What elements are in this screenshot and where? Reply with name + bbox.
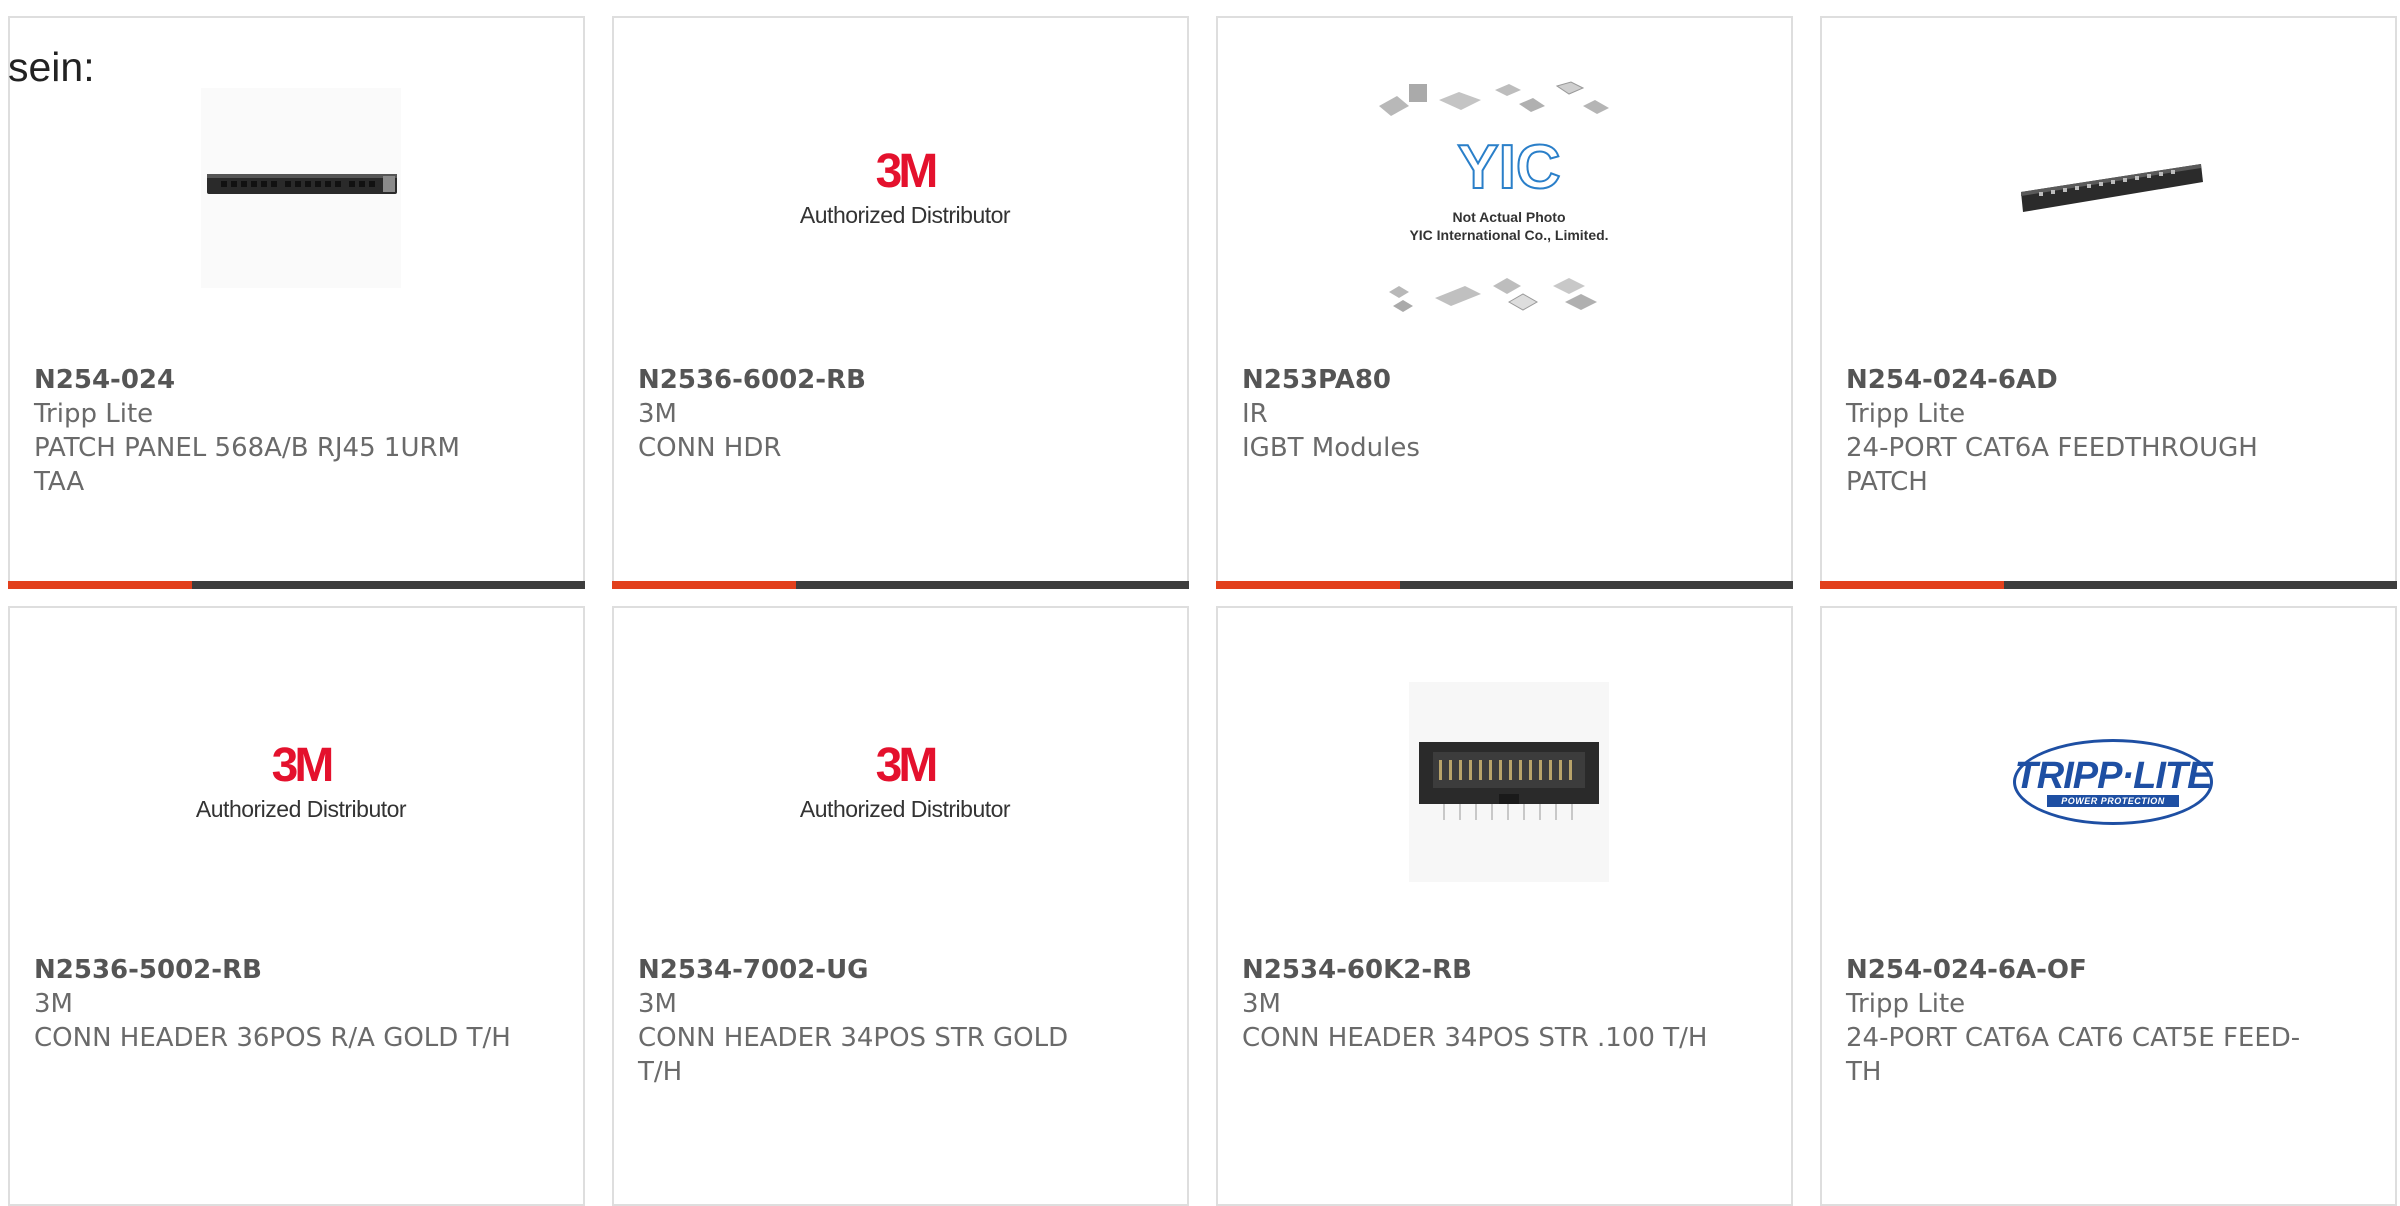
svg-text:YIC: YIC (1457, 136, 1560, 196)
3m-logo: 3M Authorized Distributor (195, 738, 407, 822)
card-accent (612, 581, 796, 589)
yic-placeholder-image: YIC Not Actual Photo YIC International C… (1369, 76, 1649, 326)
part-number[interactable]: N2534-60K2-RB (1242, 953, 1722, 987)
chip-icons (1389, 278, 1597, 312)
product-image[interactable]: 3M Authorized Distributor (800, 682, 1011, 882)
product-card[interactable]: N254-024-6AD Tripp Lite 24-PORT CAT6A FE… (1820, 16, 2397, 589)
product-card[interactable]: N2534-60K2-RB 3M CONN HEADER 34POS STR .… (1216, 606, 1793, 1206)
description: CONN HEADER 34POS STR .100 T/H (1242, 1023, 1708, 1053)
3m-logo: 3M Authorized Distributor (799, 144, 1011, 228)
product-image[interactable] (201, 88, 401, 288)
manufacturer: 3M (1242, 989, 1281, 1019)
card-accent (1216, 581, 1400, 589)
product-image[interactable] (2013, 88, 2213, 288)
product-image[interactable] (1409, 682, 1609, 882)
product-image[interactable]: YIC Not Actual Photo YIC International C… (1369, 76, 1649, 326)
card-footer-bar (1216, 581, 1793, 589)
manufacturer: 3M (638, 399, 677, 429)
description: 24-PORT CAT6A FEEDTHROUGH PATCH (1846, 433, 2258, 497)
header-connector-image (1409, 682, 1609, 882)
product-card[interactable]: 3M Authorized Distributor N2534-7002-UG … (612, 606, 1189, 1206)
description: CONN HEADER 36POS R/A GOLD T/H (34, 1023, 511, 1053)
product-card[interactable]: 3M Authorized Distributor N2536-6002-RB … (612, 16, 1189, 589)
part-number[interactable]: N2536-5002-RB (34, 953, 514, 987)
product-card[interactable]: 3M Authorized Distributor N2536-5002-RB … (8, 606, 585, 1206)
manufacturer: Tripp Lite (34, 399, 154, 429)
manufacturer: Tripp Lite (1846, 399, 1966, 429)
card-footer-bar (8, 581, 585, 589)
description: IGBT Modules (1242, 433, 1420, 463)
card-footer-bar (1820, 581, 2397, 589)
manufacturer: 3M (34, 989, 73, 1019)
card-accent (1820, 581, 2004, 589)
intro-text: sein: (8, 44, 95, 90)
product-image[interactable]: 3M Authorized Distributor (196, 682, 407, 882)
manufacturer: IR (1242, 399, 1268, 429)
part-number[interactable]: N254-024-6AD (1846, 363, 2326, 397)
part-number[interactable]: N254-024-6A-OF (1846, 953, 2326, 987)
description: PATCH PANEL 568A/B RJ45 1URM TAA (34, 433, 460, 497)
part-number[interactable]: N254-024 (34, 363, 514, 397)
yic-caption-line2: YIC International Co., Limited. (1409, 227, 1609, 243)
part-number[interactable]: N2536-6002-RB (638, 363, 1118, 397)
part-number[interactable]: N253PA80 (1242, 363, 1722, 397)
patch-panel-image (201, 88, 401, 288)
product-image[interactable]: TRIPP·LITE POWER PROTECTION (2013, 682, 2213, 882)
product-card[interactable]: N254-024 Tripp Lite PATCH PANEL 568A/B R… (8, 16, 585, 589)
description: CONN HDR (638, 433, 782, 463)
yic-logo: YIC (1456, 136, 1561, 196)
description: 24-PORT CAT6A CAT6 CAT5E FEED-TH (1846, 1023, 2301, 1087)
card-accent (8, 581, 192, 589)
part-number[interactable]: N2534-7002-UG (638, 953, 1118, 987)
feedthrough-panel-image (2021, 164, 2203, 212)
manufacturer: Tripp Lite (1846, 989, 1966, 1019)
card-footer-bar (612, 581, 1189, 589)
product-image[interactable]: 3M Authorized Distributor (800, 88, 1011, 288)
product-card[interactable]: YIC Not Actual Photo YIC International C… (1216, 16, 1793, 589)
description: CONN HEADER 34POS STR GOLD T/H (638, 1023, 1069, 1087)
product-card[interactable]: TRIPP·LITE POWER PROTECTION N254-024-6A-… (1820, 606, 2397, 1206)
chip-icons (1379, 81, 1609, 116)
tripp-lite-logo: TRIPP·LITE POWER PROTECTION (2013, 739, 2213, 825)
yic-caption-line1: Not Actual Photo (1452, 209, 1566, 225)
3m-logo: 3M Authorized Distributor (799, 738, 1011, 822)
manufacturer: 3M (638, 989, 677, 1019)
